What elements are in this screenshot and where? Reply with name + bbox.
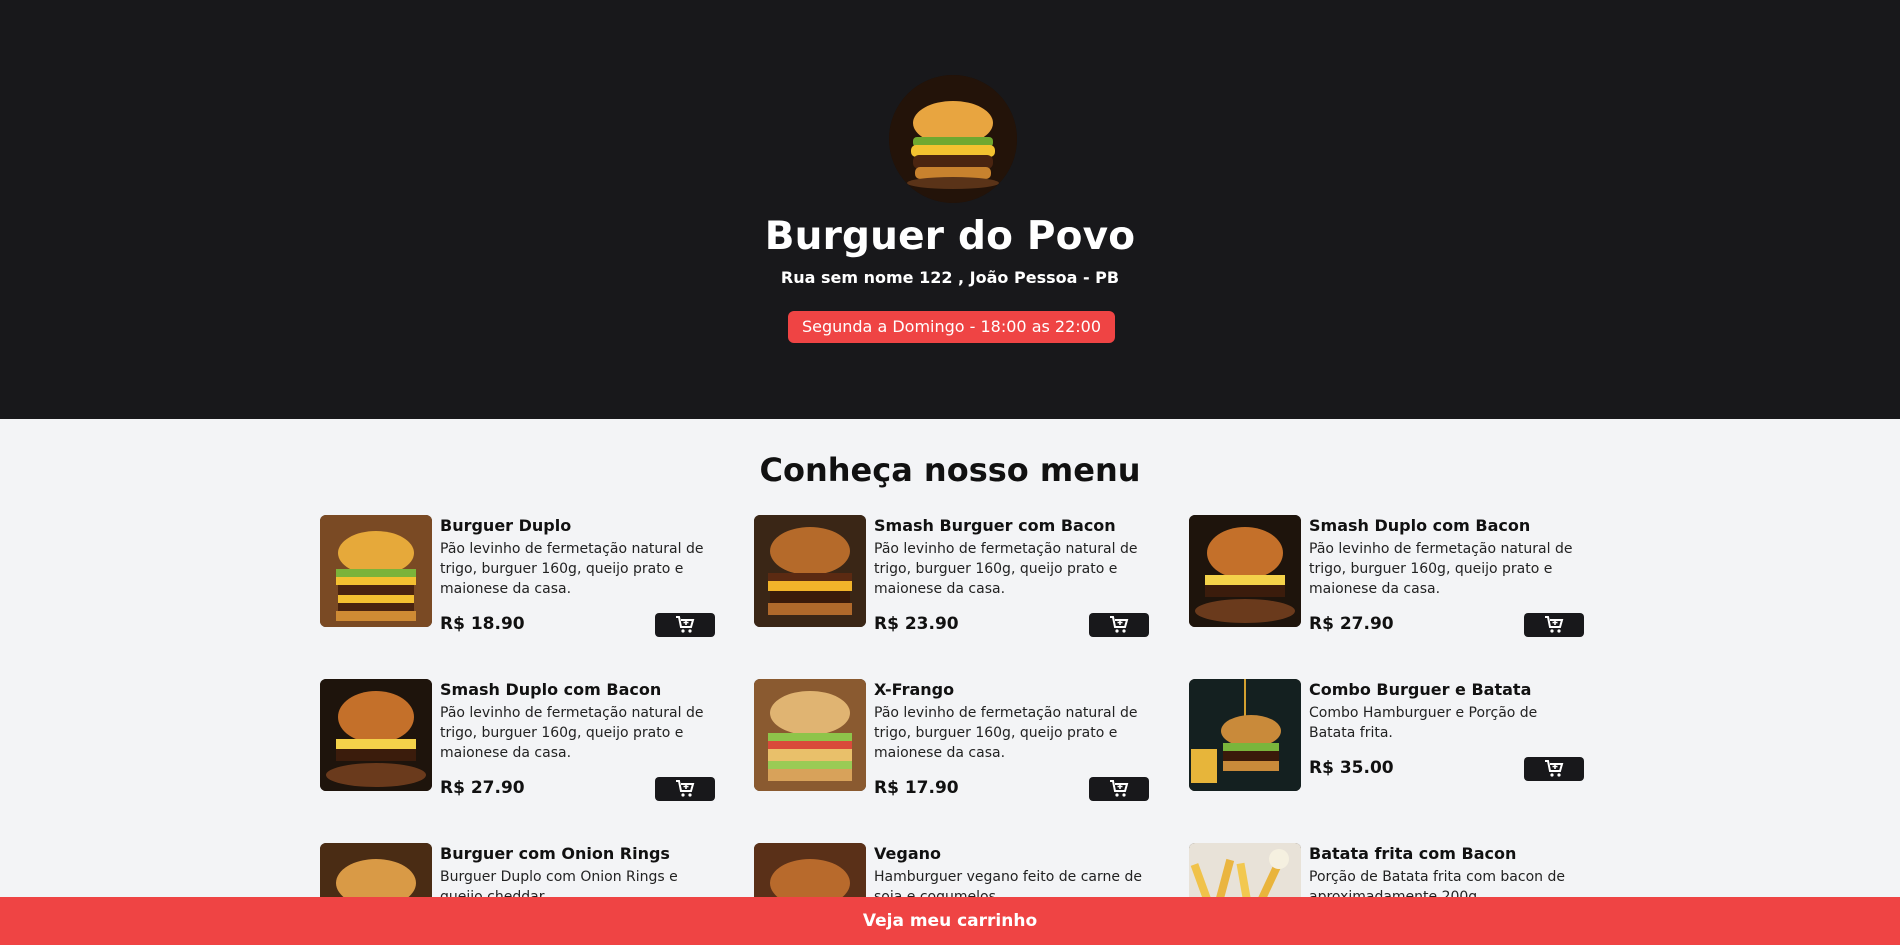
menu-item: Smash Burguer com Bacon Pão levinho de f… (754, 515, 1149, 645)
menu-item-name: Combo Burguer e Batata (1309, 680, 1532, 699)
menu-title: Conheça nosso menu (759, 451, 1141, 489)
menu-item-image (754, 515, 866, 627)
menu-item-image (1189, 515, 1301, 627)
burger-logo-image (889, 75, 1017, 203)
store-address: Rua sem nome 122 , João Pessoa - PB (780, 268, 1120, 287)
store-header: Burguer do Povo Rua sem nome 122 , João … (0, 0, 1900, 419)
menu-item-description: Pão levinho de fermetação natural de tri… (440, 541, 704, 597)
store-name: Burguer do Povo (764, 214, 1136, 259)
menu-item-name: Batata frita com Bacon (1309, 844, 1517, 863)
cart-plus-icon (1110, 780, 1129, 797)
menu-item-description: Pão levinho de fermetação natural de tri… (874, 541, 1138, 597)
menu-item-name: Vegano (874, 844, 941, 863)
menu-item-name: X-Frango (874, 680, 955, 699)
menu-item: X-Frango Pão levinho de fermetação natur… (754, 679, 1149, 809)
menu-item-description: Pão levinho de fermetação natural de tri… (1309, 541, 1573, 597)
cart-plus-icon (1110, 616, 1129, 633)
menu-item-name: Burguer com Onion Rings (440, 844, 670, 863)
menu-item: Burguer Duplo Pão levinho de fermetação … (320, 515, 715, 645)
cart-plus-icon (1545, 616, 1564, 633)
menu-item-image (320, 515, 432, 627)
view-cart-button[interactable]: Veja meu carrinho (0, 897, 1900, 945)
menu-item: Smash Duplo com Bacon Pão levinho de fer… (1189, 515, 1584, 645)
cart-plus-icon (1545, 760, 1564, 777)
menu-item-description: Pão levinho de fermetação natural de tri… (440, 705, 704, 761)
cart-plus-icon (676, 780, 695, 797)
add-to-cart-button[interactable] (655, 613, 715, 637)
menu-item-name: Smash Duplo com Bacon (1309, 516, 1531, 535)
add-to-cart-button[interactable] (655, 777, 715, 801)
opening-hours-badge: Segunda a Domingo - 18:00 as 22:00 (788, 311, 1115, 343)
menu-item-price: R$ 35.00 (1309, 758, 1394, 778)
menu-item-price: R$ 27.90 (440, 778, 525, 798)
menu-item-name: Burguer Duplo (440, 516, 572, 535)
add-to-cart-button[interactable] (1524, 757, 1584, 781)
menu-item: Combo Burguer e Batata Combo Hamburguer … (1189, 679, 1584, 809)
menu-item-name: Smash Duplo com Bacon (440, 680, 662, 699)
menu-item-image (320, 679, 432, 791)
add-to-cart-button[interactable] (1524, 613, 1584, 637)
menu-item-price: R$ 18.90 (440, 614, 525, 634)
cart-plus-icon (676, 616, 695, 633)
add-to-cart-button[interactable] (1089, 777, 1149, 801)
menu-item-price: R$ 23.90 (874, 614, 959, 634)
menu-item-price: R$ 17.90 (874, 778, 959, 798)
menu-item-description: Pão levinho de fermetação natural de tri… (874, 705, 1138, 761)
add-to-cart-button[interactable] (1089, 613, 1149, 637)
menu-item-description: Combo Hamburguer e Porção de Batata frit… (1309, 705, 1538, 741)
menu-item-price: R$ 27.90 (1309, 614, 1394, 634)
menu-item-image (1189, 679, 1301, 791)
menu-item: Smash Duplo com Bacon Pão levinho de fer… (320, 679, 715, 809)
menu-item-image (754, 679, 866, 791)
menu-item-name: Smash Burguer com Bacon (874, 516, 1116, 535)
